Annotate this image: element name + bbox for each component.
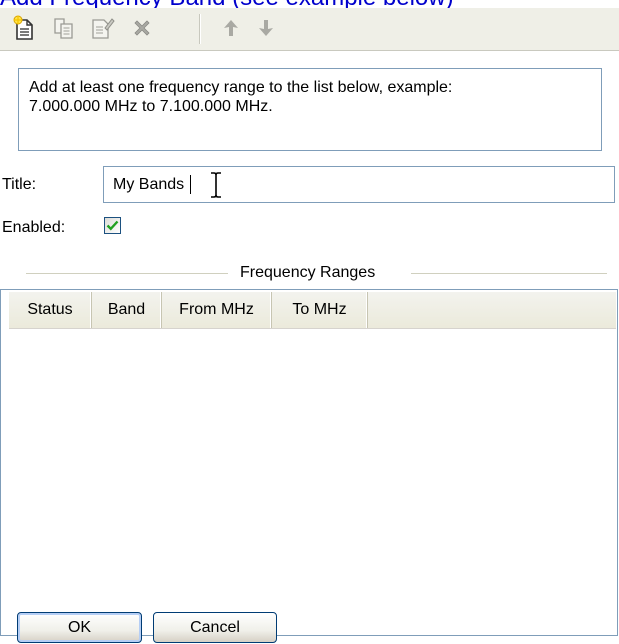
properties-icon — [92, 18, 115, 39]
column-header-to[interactable]: To MHz — [272, 292, 368, 328]
move-down-icon — [259, 20, 273, 36]
delete-button[interactable] — [126, 13, 158, 43]
dialog-content: Add at least one frequency range to the … — [0, 51, 619, 644]
properties-button[interactable] — [87, 13, 119, 43]
enabled-checkbox[interactable] — [104, 217, 121, 234]
partial-header-text: Add Frequency Band (see example below) — [0, 0, 619, 8]
copy-icon — [54, 18, 73, 39]
new-button[interactable] — [8, 13, 40, 43]
group-title: Frequency Ranges — [240, 264, 376, 281]
frequency-ranges-list[interactable]: Status Band From MHz To MHz — [0, 289, 618, 636]
toolbar — [0, 8, 619, 51]
group-divider-right — [411, 273, 607, 274]
toolbar-separator — [199, 14, 201, 44]
column-header-band[interactable]: Band — [92, 292, 162, 328]
title-input[interactable] — [103, 166, 615, 203]
delete-icon — [134, 20, 150, 36]
list-header: Status Band From MHz To MHz — [9, 292, 616, 329]
new-icon — [13, 15, 33, 40]
move-down-button[interactable] — [250, 13, 282, 43]
enabled-label: Enabled: — [2, 219, 66, 236]
copy-button[interactable] — [48, 13, 80, 43]
column-header-filler — [368, 292, 616, 328]
move-up-icon — [224, 20, 238, 36]
ok-button[interactable]: OK — [17, 612, 142, 643]
column-header-status[interactable]: Status — [9, 292, 92, 328]
text-caret — [190, 175, 191, 194]
group-divider-left — [26, 273, 228, 274]
cancel-button[interactable]: Cancel — [153, 612, 277, 643]
move-up-button[interactable] — [215, 13, 247, 43]
column-header-from[interactable]: From MHz — [162, 292, 272, 328]
checkmark-icon — [106, 220, 119, 231]
title-label: Title: — [2, 176, 37, 193]
info-text: Add at least one frequency range to the … — [18, 68, 602, 151]
ibeam-cursor-icon — [211, 172, 221, 198]
